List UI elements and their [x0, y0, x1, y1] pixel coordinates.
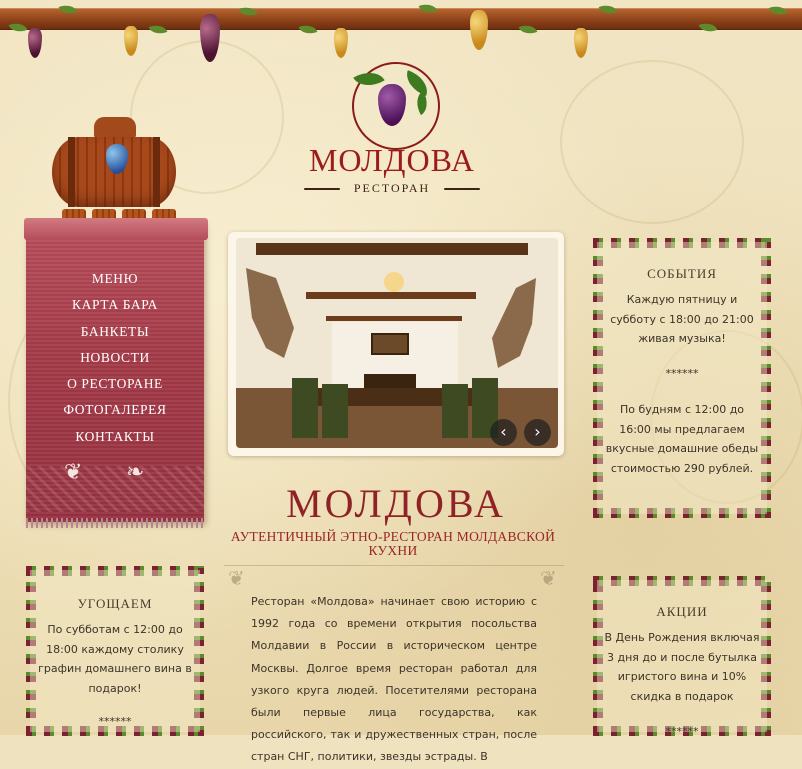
- towel-fringe: [26, 518, 204, 528]
- treat-text: По субботам с 12:00 до 18:00 каждому сто…: [38, 623, 192, 695]
- watermark-vine: [560, 60, 744, 224]
- logo-title: МОЛДОВА: [308, 142, 476, 178]
- slideshow-next-button[interactable]: ›: [524, 419, 551, 446]
- intro-paragraph: Ресторан «Молдова» начинает свою историю…: [251, 595, 537, 764]
- main-nav: МЕНЮ КАРТА БАРА БАНКЕТЫ НОВОСТИ О РЕСТОР…: [26, 266, 204, 450]
- events-text-lunch: По будням с 12:00 до 16:00 мы предлагаем…: [605, 403, 759, 475]
- ornament-icon: ❦: [228, 566, 245, 590]
- events-title: СОБЫТИЯ: [647, 266, 717, 281]
- nav-item-contacts[interactable]: КОНТАКТЫ: [26, 424, 204, 450]
- promo-text: В День Рождения включая 3 дня до и после…: [604, 631, 760, 703]
- dining-room-photo: [236, 238, 558, 448]
- ornament-icon: ❧: [126, 460, 145, 485]
- nav-item-about[interactable]: О РЕСТОРАНЕ: [26, 371, 204, 397]
- promo-panel: АКЦИИ В День Рождения включая 3 дня до и…: [583, 566, 781, 746]
- nav-item-news[interactable]: НОВОСТИ: [26, 345, 204, 371]
- treat-title: УГОЩАЕМ: [77, 596, 153, 611]
- towel-roll: [24, 218, 208, 240]
- ornament-icon: ❦: [64, 460, 83, 485]
- treat-separator: ******: [98, 715, 132, 728]
- nav-item-gallery[interactable]: ФОТОГАЛЕРЕЯ: [26, 397, 204, 423]
- logo-subtitle: РЕСТОРАН: [300, 181, 484, 196]
- slideshow-image: [236, 238, 558, 448]
- events-text-music: Каждую пятницу и субботу с 18:00 до 21:0…: [610, 293, 754, 345]
- nav-item-banquets[interactable]: БАНКЕТЫ: [26, 319, 204, 345]
- page-title: МОЛДОВА: [286, 481, 506, 526]
- page-subtitle: АУТЕНТИЧНЫЙ ЭТНО-РЕСТОРАН МОЛДАВСКОЙ КУХ…: [230, 529, 556, 558]
- nav-item-bar-card[interactable]: КАРТА БАРА: [26, 292, 204, 318]
- promo-separator: ******: [665, 725, 699, 738]
- nav-item-menu[interactable]: МЕНЮ: [26, 266, 204, 292]
- promo-title: АКЦИИ: [656, 604, 708, 619]
- events-panel: СОБЫТИЯ Каждую пятницу и субботу с 18:00…: [583, 228, 781, 528]
- towel-embroidery: [26, 466, 204, 512]
- ornament-icon: ❦: [540, 566, 557, 590]
- slideshow-prev-button[interactable]: ‹: [490, 419, 517, 446]
- treat-panel: УГОЩАЕМ По субботам с 12:00 до 18:00 каж…: [16, 556, 214, 746]
- barrel-neck: [94, 117, 136, 139]
- top-wood-beam: [0, 8, 802, 30]
- events-separator: ******: [665, 367, 699, 380]
